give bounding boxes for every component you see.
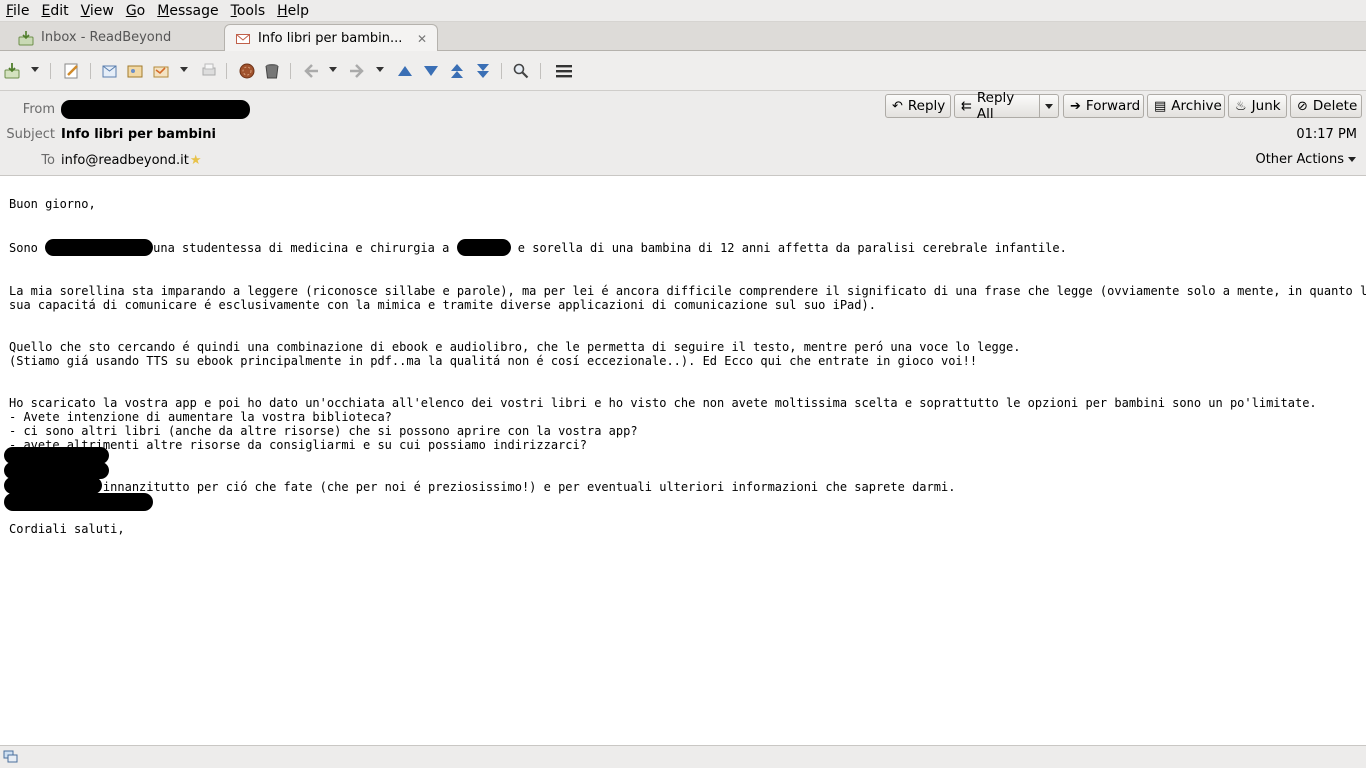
toolbar-separator — [90, 63, 91, 79]
search-icon[interactable] — [512, 62, 530, 80]
next-message-icon[interactable] — [422, 62, 440, 80]
chevron-down-icon — [1348, 157, 1356, 162]
previous-unread-icon[interactable] — [448, 62, 466, 80]
to-label: To — [41, 153, 55, 168]
attachment-icon[interactable] — [126, 62, 144, 80]
write-icon[interactable] — [63, 62, 81, 80]
menubar: File Edit View Go Message Tools Help — [0, 0, 1366, 22]
delete-button[interactable]: ⊘ Delete — [1290, 94, 1362, 118]
fire-icon: ♨ — [1235, 98, 1247, 114]
message-header: From Subject Info libri per bambini To i… — [0, 90, 1366, 176]
previous-message-icon[interactable] — [396, 62, 414, 80]
body-paragraph: Quello che sto cercando é quindi una com… — [9, 340, 1021, 368]
menu-go[interactable]: Go — [120, 0, 151, 22]
online-status-icon[interactable] — [3, 749, 19, 769]
forward-icon: ➔ — [1070, 98, 1081, 114]
redacted-sender — [61, 100, 250, 119]
redacted-signature — [4, 493, 153, 511]
from-label: From — [22, 102, 55, 117]
to-value[interactable]: info@readbeyond.it★ — [61, 153, 202, 168]
toolbar-separator — [501, 63, 502, 79]
archive-icon: ▤ — [1154, 98, 1167, 114]
redacted-signature — [4, 477, 102, 494]
star-icon[interactable]: ★ — [190, 153, 202, 168]
tag-dropdown-icon[interactable] — [180, 67, 188, 72]
get-mail-dropdown-icon[interactable] — [31, 67, 39, 72]
close-tab-icon[interactable]: ✕ — [417, 32, 427, 46]
statusbar — [0, 745, 1366, 768]
inbox-icon — [18, 30, 34, 46]
other-actions-button[interactable]: Other Actions — [1255, 152, 1356, 167]
reply-button[interactable]: ↶ Reply — [885, 94, 951, 118]
menu-help[interactable]: Help — [271, 0, 315, 22]
toolbar-separator — [290, 63, 291, 79]
next-unread-icon[interactable] — [474, 62, 492, 80]
reply-all-icon: ⇇ — [961, 98, 972, 114]
app-menu-icon[interactable] — [555, 62, 573, 80]
body-paragraph: La mia sorellina sta imparando a leggere… — [9, 284, 1366, 312]
menu-tools[interactable]: Tools — [225, 0, 272, 22]
junk-button[interactable]: ♨ Junk — [1228, 94, 1287, 118]
menu-message[interactable]: Message — [151, 0, 224, 22]
archive-button[interactable]: ▤ Archive — [1147, 94, 1225, 118]
redacted-city — [456, 239, 511, 256]
delete-icon: ⊘ — [1297, 98, 1308, 114]
body-paragraph: Sono una studentessa di medicina e chiru… — [9, 239, 1067, 256]
chevron-down-icon — [1045, 103, 1053, 109]
tab-inbox-label: Inbox - ReadBeyond — [41, 30, 172, 45]
reply-icon: ↶ — [892, 98, 903, 114]
toolbar-separator — [540, 63, 541, 79]
subject-label: Subject — [6, 127, 55, 142]
tag-icon[interactable] — [152, 62, 170, 80]
tab-message[interactable]: Info libri per bambin... ✕ — [224, 24, 438, 52]
body-paragraph: Vi ringrazio innanzitutto per ció che fa… — [9, 480, 956, 494]
subject-value: Info libri per bambini — [61, 127, 216, 142]
forward-nav-icon[interactable] — [348, 62, 366, 80]
back-dropdown-icon[interactable] — [329, 67, 337, 72]
address-book-icon[interactable] — [101, 62, 119, 80]
menu-view[interactable]: View — [75, 0, 120, 22]
body-greeting: Buon giorno, — [9, 197, 96, 211]
tabbar: Inbox - ReadBeyond Info libri per bambin… — [0, 22, 1366, 52]
get-mail-icon[interactable] — [4, 62, 22, 80]
menu-file[interactable]: File — [0, 0, 35, 22]
menu-edit[interactable]: Edit — [35, 0, 74, 22]
toolbar-separator — [50, 63, 51, 79]
body-paragraph: Ho scaricato la vostra app e poi ho dato… — [9, 396, 1317, 452]
reply-all-dropdown[interactable] — [1039, 94, 1059, 118]
print-icon[interactable] — [200, 62, 218, 80]
tab-message-label: Info libri per bambin... — [258, 31, 403, 46]
message-time: 01:17 PM — [1296, 127, 1357, 142]
message-body: Buon giorno, Sono una studentessa di med… — [9, 183, 1366, 564]
envelope-icon — [235, 31, 251, 47]
toolbar-separator — [226, 63, 227, 79]
forward-nav-dropdown-icon[interactable] — [376, 67, 384, 72]
stop-icon[interactable] — [238, 62, 256, 80]
forward-button[interactable]: ➔ Forward — [1063, 94, 1144, 118]
tab-inbox[interactable]: Inbox - ReadBeyond — [8, 24, 222, 51]
back-icon[interactable] — [302, 62, 320, 80]
redacted-name — [45, 239, 154, 256]
trash-icon[interactable] — [263, 62, 281, 80]
body-closing: Cordiali saluti, — [9, 522, 125, 536]
toolbar — [0, 51, 1366, 91]
reply-all-button[interactable]: ⇇ Reply All — [954, 90, 1040, 122]
